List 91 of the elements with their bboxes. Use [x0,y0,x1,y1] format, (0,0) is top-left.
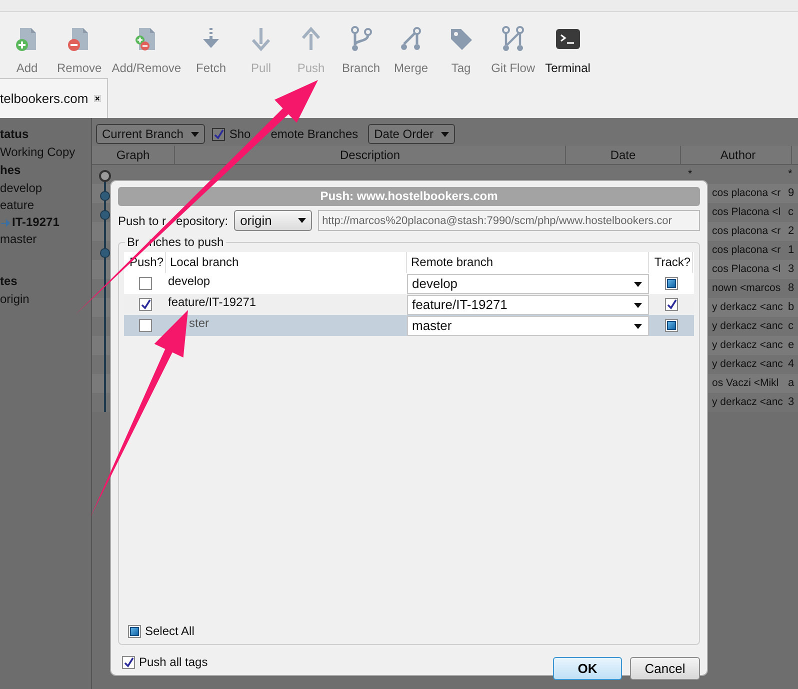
checkbox[interactable] [138,277,152,290]
sidebar-heading: tes [0,273,18,290]
table-cell: nown <marcos [712,282,781,294]
caret-icon [441,132,450,136]
branch-dropdown[interactable]: Current Branch [96,124,206,144]
toolbar-button[interactable]: Add [4,12,50,77]
sidebar-heading: tatus [0,126,30,143]
tab-label: telbookers.com [0,90,88,108]
column-header[interactable]: Graph [92,146,175,164]
ok-button[interactable]: OK [553,657,622,680]
toolbar-button[interactable]: Branch [338,12,384,77]
branch-arrow-icon [0,216,10,228]
caret-icon [634,302,642,308]
branch-name: ster [189,316,210,330]
checkbox[interactable] [122,656,135,668]
sidebar-item[interactable]: IT-19271 [0,214,91,231]
checkbox[interactable] [664,277,678,290]
git-flow-icon [500,26,526,52]
checkbox[interactable] [212,128,226,140]
branch-name: develop [168,274,210,288]
hash-cell: b [788,301,794,313]
table-cell: cos Placona <l [712,206,781,218]
checkbox[interactable] [138,319,152,332]
remote-branch-dropdown[interactable]: develop [407,274,649,294]
checkbox[interactable] [664,298,678,311]
checkbox[interactable] [128,624,141,638]
table-cell: cos placona <r [712,225,781,237]
checkbox-label: Select All [145,623,194,640]
table-cell: cos Placona <l [712,263,781,275]
sidebar-item[interactable]: eature [0,197,91,214]
sidebar-item[interactable]: origin [0,291,91,308]
checkbox[interactable] [138,298,152,311]
repository-dropdown[interactable]: origin [234,210,312,231]
column-header[interactable]: Author [681,146,792,164]
table-cell: cos placona <r [712,244,781,256]
hash-cell: e [788,339,794,351]
table-cell: cos placona <r [712,187,781,199]
sidebar-item[interactable]: master [0,231,91,248]
branch-row[interactable]: develop develop [124,273,694,294]
branch-row[interactable]: ster master [124,315,694,336]
toolbar-button[interactable]: Tag [438,12,484,77]
hash-cell: 8 [788,282,794,294]
table-cell: os Vaczi <Mikl [712,377,779,389]
checkbox-label: Sho [229,126,251,143]
table-cell: y derkacz <anc [712,339,783,351]
hash-cell: a [788,377,794,389]
field-label: Push to r [118,212,166,230]
remote-branch-dropdown[interactable]: feature/IT-19271 [407,295,649,315]
document-tab[interactable]: telbookers.com [0,78,108,118]
sidebar-item[interactable]: develop [0,180,91,197]
sidebar-item[interactable]: Working Copy [0,144,91,161]
toolbar-button[interactable]: Add/Remove [108,12,184,77]
field-label: epository: [176,212,228,230]
caret-icon [191,132,200,136]
order-dropdown[interactable]: Date Order [368,124,456,144]
tag-icon [448,26,474,52]
hash-cell: 3 [788,396,794,408]
close-icon[interactable] [94,92,101,105]
toolbar-button[interactable]: Remove [54,12,105,77]
toolbar-button[interactable]: Fetch [188,12,234,77]
caret-icon [634,282,642,286]
group-title: Br [127,235,139,250]
checkbox-label: emote Branches [270,126,358,143]
hash-cell: 9 [788,187,794,199]
table-cell: * [688,168,692,180]
branch-name: feature/IT-19271 [168,295,256,309]
toolbar-button[interactable]: Terminal [542,12,594,77]
hash-cell: * [788,168,792,180]
table-cell: y derkacz <anc [712,396,783,408]
hash-cell: c [788,206,794,218]
caret-icon [634,324,642,328]
table-cell: y derkacz <anc [712,301,783,313]
hash-cell: 3 [788,263,794,275]
table-cell: y derkacz <anc [712,320,783,332]
table-cell: y derkacz <anc [712,358,783,370]
hash-cell: c [788,320,794,332]
checkbox-label: Push all tags [139,654,208,671]
toolbar-button[interactable]: Git Flow [488,12,538,77]
hash-cell: 4 [788,358,794,370]
column-header[interactable]: Date [566,146,681,164]
remote-branch-dropdown[interactable]: master [407,316,649,336]
sidebar-heading: hes [0,162,22,179]
dialog-title: Push: www.hostelbookers.com [118,187,700,206]
hash-cell: 2 [788,225,794,237]
cancel-button[interactable]: Cancel [630,657,700,680]
checkbox[interactable] [664,319,678,332]
branch-icon [348,26,374,52]
toolbar-button[interactable]: Merge [388,12,434,77]
hash-cell: 1 [788,244,794,256]
url-field[interactable]: http://marcos%20placona@stash:7990/scm/php/www.hostelbookers.cor [318,210,700,231]
terminal-icon [554,26,581,52]
